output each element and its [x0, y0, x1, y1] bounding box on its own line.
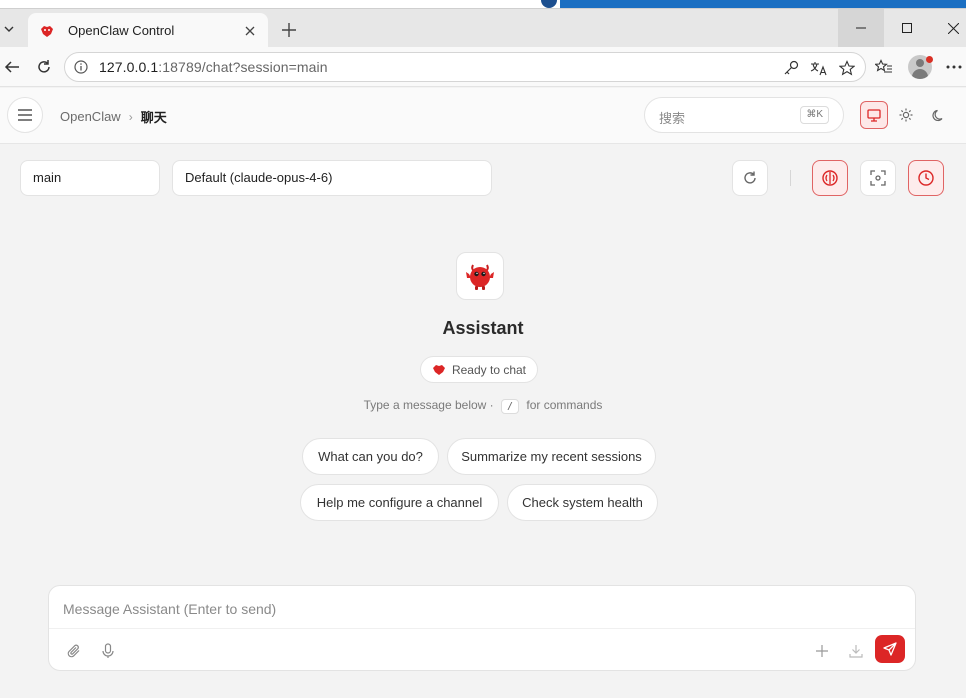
thinking-toggle-button[interactable] [812, 160, 848, 196]
address-bar[interactable]: 127.0.0.1:18789/chat?session=main [64, 52, 866, 82]
history-button[interactable] [908, 160, 944, 196]
send-button[interactable] [875, 635, 905, 663]
tab-openclaw-control[interactable]: OpenClaw Control [28, 13, 268, 48]
search-input[interactable]: 搜索 ⌘K [644, 97, 844, 133]
lobster-status-icon [432, 364, 446, 376]
translate-icon[interactable] [809, 58, 829, 78]
suggestion-chip[interactable]: Summarize my recent sessions [447, 438, 656, 475]
sun-icon [899, 108, 913, 122]
search-shortcut: ⌘K [800, 106, 829, 124]
url-path: :18789/chat?session=main [158, 59, 328, 75]
session-select[interactable]: main [20, 160, 160, 196]
app-header: OpenClaw › 聊天 搜索 ⌘K [0, 88, 966, 144]
url-host: 127.0.0.1 [99, 59, 159, 75]
assistant-name: Assistant [442, 318, 524, 338]
favorite-star-icon[interactable] [837, 58, 857, 78]
suggestion-chip[interactable]: Check system health [507, 484, 658, 521]
theme-system-button[interactable] [860, 101, 888, 129]
background-window [560, 0, 966, 8]
send-icon [883, 642, 897, 656]
refresh-icon [744, 171, 756, 184]
hamburger-icon [18, 109, 32, 121]
composer-divider [49, 628, 915, 629]
window-close-button[interactable] [930, 9, 966, 47]
moon-icon [931, 109, 942, 121]
maximize-button[interactable] [884, 9, 930, 47]
assistant-avatar [456, 252, 504, 300]
profile-alert-dot [926, 56, 933, 63]
taskbar-badge [541, 0, 557, 8]
site-info-icon[interactable] [73, 59, 89, 75]
refresh-button[interactable] [732, 160, 768, 196]
tab-actions-chevron-icon[interactable] [0, 15, 18, 43]
lobster-mascot-icon [466, 264, 494, 290]
more-menu-icon[interactable] [942, 55, 966, 79]
back-arrow-icon[interactable] [0, 55, 24, 79]
openclaw-favicon-icon [38, 22, 56, 40]
status-badge: Ready to chat [420, 356, 538, 383]
voice-button[interactable] [95, 638, 121, 664]
hint-text-after: for commands [523, 398, 603, 412]
message-composer: Message Assistant (Enter to send) [48, 585, 916, 671]
brain-icon [822, 170, 838, 186]
page-title: 聊天 [140, 110, 167, 125]
message-input[interactable]: Message Assistant (Enter to send) [63, 601, 276, 617]
plus-icon [816, 645, 828, 657]
new-chat-button[interactable] [809, 638, 835, 664]
status-text: Ready to chat [451, 362, 527, 377]
focus-frame-icon [870, 170, 886, 186]
export-button[interactable] [843, 638, 869, 664]
focus-mode-button[interactable] [860, 160, 896, 196]
tab-title: OpenClaw Control [68, 23, 175, 38]
hint-text-before: Type a message below · [363, 398, 497, 412]
command-hint: Type a message below · / for commands [0, 398, 966, 414]
model-select[interactable]: Default (claude-opus-4-6) [172, 160, 492, 196]
paperclip-icon [67, 644, 80, 658]
breadcrumb-separator: › [128, 109, 133, 124]
menu-toggle-button[interactable] [7, 97, 43, 133]
favorites-list-icon[interactable] [872, 55, 896, 79]
attach-button[interactable] [61, 638, 87, 664]
clock-icon [918, 170, 934, 186]
new-tab-button[interactable] [276, 17, 302, 43]
tab-bar: OpenClaw Control [0, 8, 966, 48]
reload-icon[interactable] [32, 55, 56, 79]
monitor-icon [867, 108, 881, 122]
password-key-icon[interactable] [781, 58, 801, 78]
theme-switcher [858, 97, 954, 133]
avatar-body [912, 69, 928, 79]
address-toolbar: 127.0.0.1:18789/chat?session=main [0, 47, 966, 87]
breadcrumb: OpenClaw › 聊天 [60, 107, 167, 126]
breadcrumb-root[interactable]: OpenClaw [60, 109, 121, 124]
desktop-strip [0, 0, 966, 8]
suggestion-chip[interactable]: Help me configure a channel [300, 484, 499, 521]
theme-light-button[interactable] [892, 101, 920, 129]
minimize-button[interactable] [838, 9, 884, 47]
download-icon [849, 645, 863, 658]
url-text: 127.0.0.1:18789/chat?session=main [99, 59, 328, 75]
suggestion-chip[interactable]: What can you do? [302, 438, 439, 475]
avatar-head [916, 59, 924, 67]
tab-close-icon[interactable] [240, 21, 260, 41]
microphone-icon [102, 643, 114, 658]
slash-key: / [501, 399, 520, 414]
toolbar-divider [790, 170, 791, 186]
theme-dark-button[interactable] [924, 101, 952, 129]
search-placeholder: 搜索 [659, 111, 686, 126]
